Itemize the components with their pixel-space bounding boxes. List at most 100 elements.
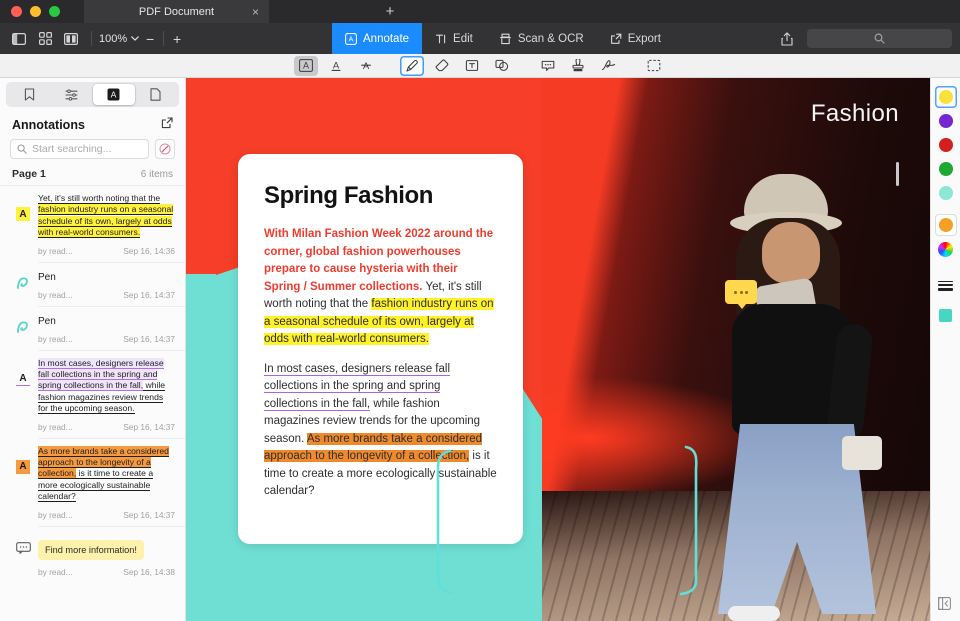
sidebar-header: Annotations [0, 107, 185, 139]
page-group-header: Page 1 6 items [0, 159, 185, 186]
zoom-in-button[interactable]: + [166, 31, 188, 47]
vertical-scrollbar[interactable] [896, 162, 899, 186]
mode-edit-label: Edit [453, 33, 473, 45]
list-item[interactable]: Pen by read... Sep 16, 14:37 [0, 307, 185, 350]
share-icon[interactable] [774, 28, 800, 50]
sidebar-search-row: Start searching... [0, 139, 185, 159]
eraser-tool-button[interactable] [430, 56, 454, 76]
sidebar-tab-annotations[interactable]: A [93, 84, 135, 105]
annotation-date: Sep 16, 14:36 [123, 246, 175, 256]
annotate-icon: A [345, 33, 357, 45]
mode-export[interactable]: Export [597, 23, 674, 54]
color-wheel-icon[interactable] [935, 238, 957, 260]
highlight-tool-button[interactable]: A [294, 56, 318, 76]
mode-annotate[interactable]: A Annotate [332, 23, 422, 54]
annotation-date: Sep 16, 14:37 [123, 334, 175, 344]
toolbar-right-group [774, 23, 952, 54]
pdf-page[interactable]: Fashion Spring Fashion With Milan Fashio… [186, 78, 930, 621]
search-icon [17, 144, 27, 154]
opacity-icon[interactable] [935, 304, 957, 326]
popout-icon[interactable] [161, 116, 173, 134]
svg-text:A: A [111, 90, 117, 100]
document-canvas[interactable]: Fashion Spring Fashion With Milan Fashio… [186, 78, 930, 621]
svg-text:A: A [348, 34, 353, 43]
annotation-meta: by read... Sep 16, 14:37 [38, 327, 175, 350]
sidebar-tab-pages[interactable] [135, 84, 177, 105]
strikethrough-tool-button[interactable]: A [354, 56, 378, 76]
signature-tool-button[interactable] [596, 56, 620, 76]
underline-badge-icon: A [16, 372, 30, 386]
page-icon [150, 88, 161, 101]
new-tab-button[interactable]: + [378, 0, 402, 23]
photo-model [692, 174, 922, 621]
annotation-author: by read... [38, 246, 73, 256]
annotation-type-icon: A [8, 358, 38, 438]
annotation-meta: by read... Sep 16, 14:37 [38, 503, 175, 526]
list-item[interactable]: A Yet, it's still worth noting that the … [0, 186, 185, 262]
maximize-window-button[interactable] [49, 6, 60, 17]
mode-scan-ocr-label: Scan & OCR [518, 33, 584, 45]
paragraph-2: In most cases, designers release fall co… [264, 361, 497, 501]
mode-edit[interactable]: Edit [422, 23, 486, 54]
pen-tool-button[interactable] [400, 56, 424, 76]
color-swatch-orange[interactable] [935, 214, 957, 236]
note-text: Find more information! [38, 540, 144, 560]
comment-tool-button[interactable] [536, 56, 560, 76]
edit-text-icon [435, 33, 447, 45]
list-item[interactable]: Pen by read... Sep 16, 14:37 [0, 263, 185, 306]
sidebar-toggle-icon[interactable] [6, 28, 32, 50]
page-teal-strip [186, 274, 216, 621]
page-layout-icon[interactable] [58, 28, 84, 50]
filter-pen-icon[interactable] [155, 139, 175, 159]
page-label: Page 1 [12, 168, 46, 180]
collapse-sidebar-icon[interactable] [936, 595, 952, 611]
annotation-meta: by read... Sep 16, 14:37 [38, 415, 175, 438]
tab-bar: PDF Document × + [0, 0, 960, 23]
comment-bubble-icon[interactable] [725, 280, 757, 304]
shapes-tool-button[interactable] [490, 56, 514, 76]
zoom-out-button[interactable]: − [139, 31, 161, 47]
color-swatch-purple[interactable] [935, 110, 957, 132]
bookmark-icon [24, 88, 35, 101]
mode-switcher: A Annotate Edit Scan & OCR Exp [332, 23, 674, 54]
close-tab-icon[interactable]: × [252, 6, 259, 18]
annotation-type-icon [8, 314, 38, 350]
zoom-level-dropdown[interactable]: 100% [99, 33, 139, 45]
list-item[interactable]: A As more brands take a considered appro… [0, 439, 185, 526]
workspace: A Annotations Start searching... [0, 78, 960, 621]
sidebar-title: Annotations [12, 118, 85, 132]
annotation-search-input[interactable]: Start searching... [10, 139, 149, 159]
export-icon [610, 33, 622, 45]
list-item[interactable]: Find more information! by read... Sep 16… [0, 527, 185, 583]
chevron-down-icon [131, 36, 139, 41]
color-swatch-green[interactable] [935, 158, 957, 180]
document-tab[interactable]: PDF Document × [84, 0, 269, 23]
annotations-icon: A [107, 88, 120, 101]
list-item[interactable]: A In most cases, designers release fall … [0, 351, 185, 438]
color-swatch-yellow[interactable] [935, 86, 957, 108]
color-swatch-light-cyan[interactable] [935, 182, 957, 204]
area-select-tool-button[interactable] [642, 56, 666, 76]
text-box-tool-button[interactable] [460, 56, 484, 76]
mode-scan-ocr[interactable]: Scan & OCR [486, 23, 597, 54]
line-thickness-icon[interactable] [935, 276, 957, 298]
window-controls [0, 6, 71, 17]
page-photo: Fashion [542, 78, 930, 621]
document-tab-label: PDF Document [139, 6, 214, 18]
mode-export-label: Export [628, 33, 661, 45]
article-card: Spring Fashion With Milan Fashion Week 2… [238, 154, 523, 544]
annotation-text: In most cases, designers release fall co… [38, 358, 175, 415]
annotation-type-icon [8, 534, 38, 583]
close-window-button[interactable] [11, 6, 22, 17]
underline-tool-button[interactable]: A [324, 56, 348, 76]
toolbar-search-input[interactable] [807, 29, 952, 48]
stamp-tool-button[interactable] [566, 56, 590, 76]
minimize-window-button[interactable] [30, 6, 41, 17]
thumbnails-grid-icon[interactable] [32, 28, 58, 50]
color-swatch-red[interactable] [935, 134, 957, 156]
sidebar-tab-bookmarks[interactable] [8, 84, 50, 105]
sidebar-tab-outline[interactable] [50, 84, 92, 105]
annotation-list[interactable]: A Yet, it's still worth noting that the … [0, 186, 185, 621]
annotation-type-icon: A [8, 446, 38, 526]
annotation-date: Sep 16, 14:37 [123, 510, 175, 520]
